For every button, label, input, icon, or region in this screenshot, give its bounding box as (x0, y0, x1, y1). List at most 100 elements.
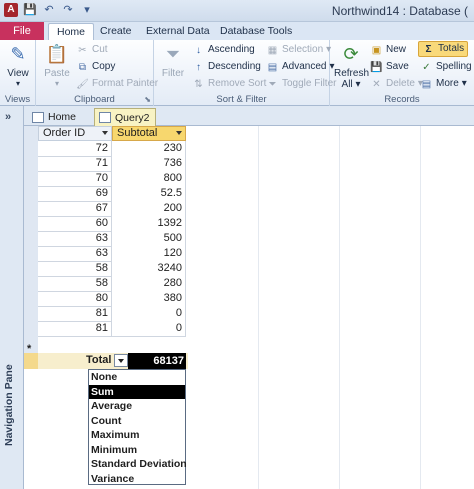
column-header-subtotal-label: Subtotal (117, 127, 158, 139)
descending-button[interactable]: ↑ Descending (192, 59, 261, 75)
total-option-average[interactable]: Average (89, 399, 185, 414)
total-option-variance[interactable]: Variance (89, 472, 185, 487)
more-icon: ▤ (421, 78, 432, 90)
clipboard-launcher-icon[interactable]: ⬊ (144, 95, 151, 104)
tab-create[interactable]: Create (92, 23, 140, 40)
grid-line (420, 126, 421, 489)
redo-icon[interactable]: ↷ (61, 3, 75, 17)
order-id-cell[interactable]: 69 (38, 186, 112, 202)
tab-file[interactable]: File (0, 22, 44, 40)
order-id-cell[interactable]: 81 (38, 321, 112, 337)
subtotal-cell[interactable]: 0 (112, 321, 186, 337)
column-order-id-dropdown-icon[interactable] (102, 131, 108, 135)
filter-label: Filter (161, 68, 185, 79)
format-painter-button[interactable]: 🖌 Format Painter (76, 76, 158, 92)
navigation-pane[interactable]: » Navigation Pane (0, 106, 24, 489)
spelling-button[interactable]: ✓ Spelling (420, 59, 471, 75)
order-id-cell[interactable]: 60 (38, 216, 112, 232)
save-label: Save (386, 61, 409, 72)
cut-button[interactable]: ✂ Cut (76, 42, 108, 58)
total-option-sum[interactable]: Sum (89, 384, 185, 399)
access-app-icon[interactable]: A (4, 3, 18, 17)
more-label: More (436, 78, 459, 89)
total-row: Total 68137 (24, 353, 188, 369)
paste-button[interactable]: 📋 Paste ▾ (42, 42, 72, 88)
order-id-cell[interactable]: 67 (38, 201, 112, 217)
order-id-cell[interactable]: 81 (38, 306, 112, 322)
total-function-dropdown-button[interactable] (114, 354, 128, 367)
subtotal-cell[interactable]: 736 (112, 156, 186, 172)
subtotal-cell[interactable]: 800 (112, 171, 186, 187)
remove-sort-label: Remove Sort (208, 78, 267, 89)
subtotal-cell[interactable]: 0 (112, 306, 186, 322)
tab-external-data[interactable]: External Data (138, 23, 218, 40)
remove-sort-icon: ⇅ (194, 78, 203, 90)
total-value-cell[interactable]: 68137 (128, 353, 186, 369)
filter-button[interactable]: ⏷ Filter (158, 42, 188, 79)
tab-database-tools[interactable]: Database Tools (212, 23, 300, 40)
cut-label: Cut (92, 44, 108, 55)
column-subtotal-dropdown-icon[interactable] (176, 131, 182, 135)
undo-icon[interactable]: ↶ (42, 3, 56, 17)
ascending-label: Ascending (208, 44, 255, 55)
order-id-cell[interactable]: 58 (38, 276, 112, 292)
form-icon (32, 111, 44, 123)
subtotal-cell[interactable]: 120 (112, 246, 186, 262)
total-row-selector[interactable] (24, 353, 38, 369)
doc-tab-query2[interactable]: Query2 (94, 108, 157, 126)
tab-home[interactable]: Home (48, 23, 95, 40)
column-header-order-id-label: Order ID (43, 127, 86, 139)
order-id-cell[interactable]: 70 (38, 171, 112, 187)
advanced-label: Advanced (282, 61, 327, 72)
doc-tab-home[interactable]: Home (28, 108, 82, 126)
sort-descending-icon: ↑ (196, 61, 201, 73)
view-button[interactable]: ✎ View ▾ (4, 42, 32, 88)
ribbon: ✎ View ▾ Views 📋 Paste ▾ ✂ Cut ⧉ Copy 🖌 … (0, 40, 474, 106)
total-row-label: Total (86, 354, 112, 366)
subtotal-cell[interactable]: 280 (112, 276, 186, 292)
more-button[interactable]: ▤ More ▾ (420, 76, 467, 92)
save-record-button[interactable]: 💾 Save (370, 59, 409, 75)
total-option-maximum[interactable]: Maximum (89, 428, 185, 443)
copy-button[interactable]: ⧉ Copy (76, 59, 115, 75)
total-option-minimum[interactable]: Minimum (89, 443, 185, 458)
query-icon (99, 112, 111, 123)
subtotal-cell[interactable]: 230 (112, 141, 186, 157)
nav-pane-expand-icon[interactable]: » (5, 111, 11, 123)
order-id-cell[interactable]: 80 (38, 291, 112, 307)
total-option-standard-deviation[interactable]: Standard Deviation (89, 457, 187, 472)
new-record-button[interactable]: ▣ New (370, 42, 406, 58)
ascending-button[interactable]: ↓ Ascending (192, 42, 255, 58)
refresh-all-button[interactable]: ⟳ Refresh All ▾ (334, 42, 369, 90)
selection-button[interactable]: ▦ Selection ▾ (266, 42, 331, 58)
subtotal-cell[interactable]: 1392 (112, 216, 186, 232)
subtotal-cell[interactable]: 500 (112, 231, 186, 247)
total-option-count[interactable]: Count (89, 414, 185, 429)
descending-label: Descending (208, 61, 261, 72)
order-id-cell[interactable]: 58 (38, 261, 112, 277)
subtotal-cell[interactable]: 3240 (112, 261, 186, 277)
column-header-subtotal[interactable]: Subtotal (112, 126, 186, 141)
column-header-order-id[interactable]: Order ID (38, 126, 112, 141)
datasheet[interactable]: Order ID Subtotal 72 230 71 736 70 800 69 52.5 6… (24, 126, 474, 489)
clipboard-group: 📋 Paste ▾ ✂ Cut ⧉ Copy 🖌 Format Painter … (36, 40, 158, 106)
record-selector-column[interactable] (24, 126, 38, 369)
subtotal-cell[interactable]: 52.5 (112, 186, 186, 202)
selection-icon: ▦ (267, 44, 278, 56)
order-id-cell[interactable]: 63 (38, 231, 112, 247)
sort-filter-group: ⏷ Filter ↓ Ascending ↑ Descending ⇅ Remo… (154, 40, 336, 106)
totals-button[interactable]: Σ Totals (418, 41, 469, 57)
subtotal-cell[interactable]: 380 (112, 291, 186, 307)
total-option-none[interactable]: None (89, 370, 185, 385)
toggle-filter-button[interactable]: ⏷ Toggle Filter (266, 76, 337, 92)
customize-qat-icon[interactable]: ▾ (80, 3, 94, 17)
order-id-cell[interactable]: 72 (38, 141, 112, 157)
save-icon[interactable]: 💾 (23, 3, 37, 17)
order-id-cell[interactable]: 71 (38, 156, 112, 172)
advanced-button[interactable]: ▤ Advanced ▾ (266, 59, 335, 75)
remove-sort-button[interactable]: ⇅ Remove Sort (192, 76, 266, 92)
delete-record-button[interactable]: ✕ Delete ▾ (370, 76, 423, 92)
paste-label: Paste (44, 68, 70, 79)
order-id-cell[interactable]: 63 (38, 246, 112, 262)
subtotal-cell[interactable]: 200 (112, 201, 186, 217)
